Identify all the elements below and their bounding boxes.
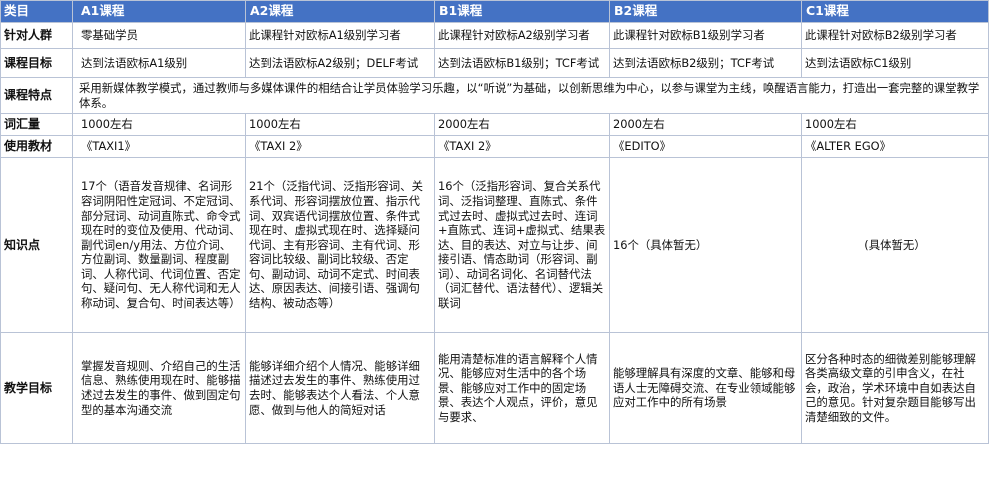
row-label-features: 课程特点 [0, 77, 73, 114]
cell-textbook-b1: 《TAXI 2》 [434, 135, 610, 158]
row-vocab: 词汇量 1000左右 1000左右 2000左右 2000左右 1000左右 [0, 113, 989, 136]
cell-teaching-c1: 区分各种时态的细微差别能够理解各类高级文章的引申含义，在社会，政治，学术环境中自… [801, 332, 989, 444]
cell-target-b1: 此课程针对欧标A2级别学习者 [434, 22, 610, 49]
col-a2: A2课程 [245, 0, 435, 23]
cell-knowledge-b1: 16个（泛指形容词、复合关系代词、泛指词整理、直陈式、条件式过去时、虚拟式过去时… [434, 157, 610, 333]
row-label-goal: 课程目标 [0, 48, 73, 78]
cell-target-a1: 零基础学员 [72, 22, 246, 49]
cell-target-b2: 此课程针对欧标B1级别学习者 [609, 22, 802, 49]
cell-goal-b1: 达到法语欧标B1级别；TCF考试 [434, 48, 610, 78]
course-comparison-table: 类目 A1课程 A2课程 B1课程 B2课程 C1课程 针对人群 零基础学员 此… [0, 0, 989, 444]
cell-knowledge-c1: (具体暂无） [801, 157, 989, 333]
cell-vocab-b2: 2000左右 [609, 113, 802, 136]
cell-knowledge-b2: 16个（具体暂无） [609, 157, 802, 333]
col-a1: A1课程 [72, 0, 246, 23]
cell-textbook-a1: 《TAXI1》 [72, 135, 246, 158]
row-label-knowledge: 知识点 [0, 157, 73, 333]
cell-features: 采用新媒体教学模式，通过教师与多媒体课件的相结合让学员体验学习乐趣，以“听说”为… [72, 77, 989, 114]
cell-teaching-a1: 掌握发音规则、介绍自己的生活信息、熟练使用现在时、能够描述过去发生的事件、做到固… [72, 332, 246, 444]
header-row: 类目 A1课程 A2课程 B1课程 B2课程 C1课程 [0, 0, 989, 23]
cell-knowledge-a1: 17个（语音发音规律、名词形容词阴阳性定冠词、不定冠词、部分冠词、动词直陈式、命… [72, 157, 246, 333]
cell-target-c1: 此课程针对欧标B2级别学习者 [801, 22, 989, 49]
row-goal: 课程目标 达到法语欧标A1级别 达到法语欧标A2级别；DELF考试 达到法语欧标… [0, 48, 989, 78]
row-label-textbook: 使用教材 [0, 135, 73, 158]
cell-textbook-b2: 《EDITO》 [609, 135, 802, 158]
row-textbook: 使用教材 《TAXI1》 《TAXI 2》 《TAXI 2》 《EDITO》 《… [0, 135, 989, 158]
row-label-target: 针对人群 [0, 22, 73, 49]
cell-goal-b2: 达到法语欧标B2级别；TCF考试 [609, 48, 802, 78]
col-c1: C1课程 [801, 0, 989, 23]
row-label-teaching: 教学目标 [0, 332, 73, 444]
cell-vocab-b1: 2000左右 [434, 113, 610, 136]
row-teaching: 教学目标 掌握发音规则、介绍自己的生活信息、熟练使用现在时、能够描述过去发生的事… [0, 332, 989, 444]
cell-vocab-a1: 1000左右 [72, 113, 246, 136]
cell-textbook-a2: 《TAXI 2》 [245, 135, 435, 158]
cell-goal-c1: 达到法语欧标C1级别 [801, 48, 989, 78]
cell-teaching-b1: 能用清楚标准的语言解释个人情况、能够应对生活中的各个场景、能够应对工作中的固定场… [434, 332, 610, 444]
cell-textbook-c1: 《ALTER EGO》 [801, 135, 989, 158]
cell-goal-a2: 达到法语欧标A2级别；DELF考试 [245, 48, 435, 78]
row-knowledge: 知识点 17个（语音发音规律、名词形容词阴阳性定冠词、不定冠词、部分冠词、动词直… [0, 157, 989, 333]
row-features: 课程特点 采用新媒体教学模式，通过教师与多媒体课件的相结合让学员体验学习乐趣，以… [0, 77, 989, 114]
cell-vocab-a2: 1000左右 [245, 113, 435, 136]
cell-goal-a1: 达到法语欧标A1级别 [72, 48, 246, 78]
cell-knowledge-a2: 21个（泛指代词、泛指形容词、关系代词、形容词摆放位置、指示代词、双宾语代词摆放… [245, 157, 435, 333]
cell-target-a2: 此课程针对欧标A1级别学习者 [245, 22, 435, 49]
cell-teaching-b2: 能够理解具有深度的文章、能够和母语人士无障碍交流、在专业领域能够应对工作中的所有… [609, 332, 802, 444]
cell-teaching-a2: 能够详细介绍个人情况、能够详细描述过去发生的事件、熟练使用过去时、能够表达个人看… [245, 332, 435, 444]
row-label-vocab: 词汇量 [0, 113, 73, 136]
col-b2: B2课程 [609, 0, 802, 23]
col-category: 类目 [0, 0, 73, 23]
row-target: 针对人群 零基础学员 此课程针对欧标A1级别学习者 此课程针对欧标A2级别学习者… [0, 22, 989, 49]
col-b1: B1课程 [434, 0, 610, 23]
cell-vocab-c1: 1000左右 [801, 113, 989, 136]
